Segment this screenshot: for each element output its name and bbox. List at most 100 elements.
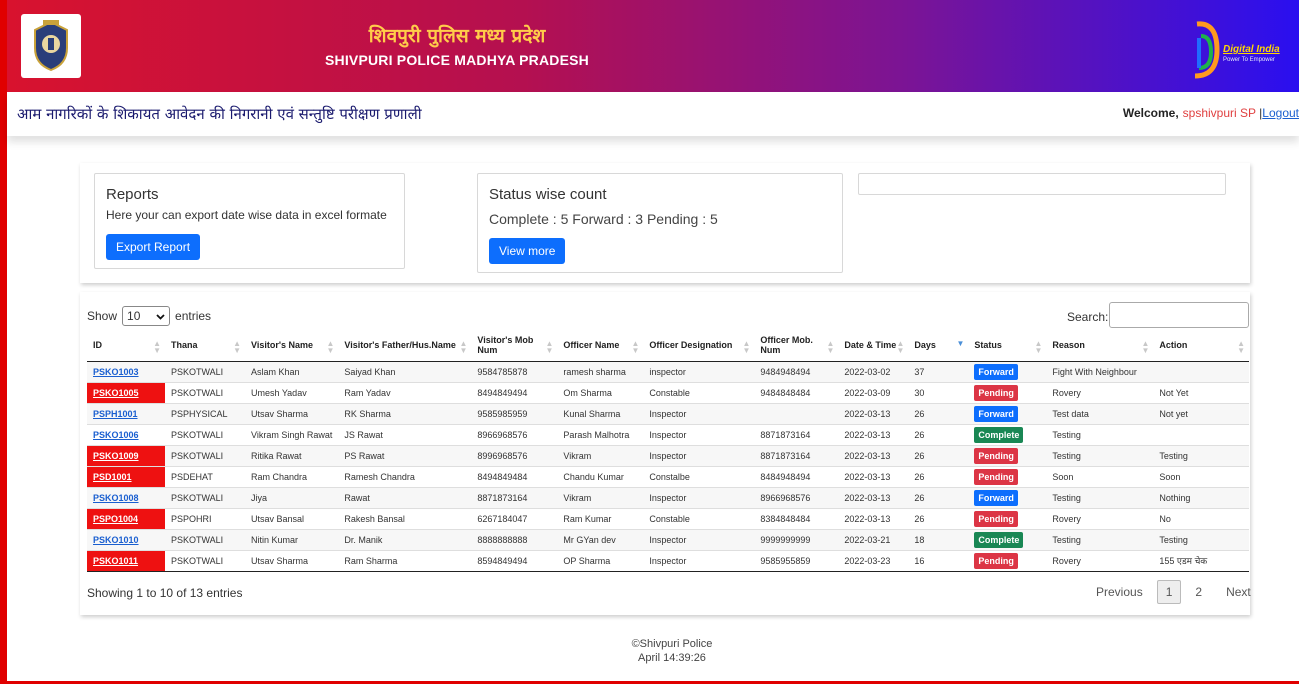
visitor-name-cell: Ritika Rawat <box>245 445 339 467</box>
officer-name-cell: Vikram <box>557 445 644 467</box>
father-name-cell: PS Rawat <box>338 445 472 467</box>
visitor-mob-cell: 8494849484 <box>471 466 558 488</box>
column-header-action[interactable]: Action ▲ ▼ <box>1153 330 1249 362</box>
previous-page-button[interactable]: Previous <box>1088 581 1151 603</box>
header-title-hindi: शिवपुरी पुलिस मध्य प्रदेश <box>368 25 546 47</box>
column-header-thana[interactable]: Thana ▲ ▼ <box>165 330 245 362</box>
column-header-father-name[interactable]: Visitor's Father/Hus.Name ▲ ▼ <box>338 330 472 362</box>
officer-mob-cell <box>754 403 839 425</box>
complaint-id-link[interactable]: PSKO1009 <box>93 451 139 461</box>
column-header-reason[interactable]: Reason ▲ ▼ <box>1046 330 1154 362</box>
complaint-id-link[interactable]: PSD1001 <box>93 472 132 482</box>
visitor-mob-cell: 8594849494 <box>471 550 558 572</box>
complaint-id-link[interactable]: PSKO1011 <box>93 556 138 566</box>
designation-cell: Constable <box>643 382 755 404</box>
footer-copyright: ©Shivpuri Police <box>631 638 713 650</box>
header-title-block: शिवपुरी पुलिस मध्य प्रदेश SHIVPURI POLIC… <box>7 22 907 68</box>
visitor-name-cell: Utsav Sharma <box>245 403 339 425</box>
designation-cell: Inspector <box>643 487 755 509</box>
reason-cell: Test data <box>1046 403 1154 425</box>
complaint-id-link[interactable]: PSKO1006 <box>93 430 139 440</box>
date-cell: 2022-03-13 <box>838 424 909 446</box>
visitor-mob-cell: 8871873164 <box>471 487 558 509</box>
sort-arrows-icon: ▲ ▼ <box>1237 339 1245 355</box>
reason-cell: Testing <box>1046 445 1154 467</box>
father-name-cell: Rakesh Bansal <box>338 508 472 530</box>
complaint-id-link[interactable]: PSPH1001 <box>93 409 138 419</box>
days-cell: 26 <box>908 424 969 446</box>
father-name-cell: JS Rawat <box>338 424 472 446</box>
officer-mob-cell: 8871873164 <box>754 445 839 467</box>
date-cell: 2022-03-23 <box>838 550 909 572</box>
complaint-id-link[interactable]: PSPO1004 <box>93 514 138 524</box>
user-name: spshivpuri SP <box>1182 106 1256 120</box>
column-header-visitor-mob[interactable]: Visitor's Mob Num ▲ ▼ <box>471 330 558 362</box>
date-cell: 2022-03-13 <box>838 403 909 425</box>
table-row: PSKO1010 PSKOTWALI Nitin Kumar Dr. Manik 888… <box>87 529 1249 551</box>
visitor-name-cell: Aslam Khan <box>245 361 339 383</box>
thana-cell: PSPHYSICAL <box>165 403 245 425</box>
view-more-button[interactable]: View more <box>489 238 566 264</box>
days-cell: 26 <box>908 403 969 425</box>
pagination: Previous 1 2 Next <box>1088 580 1259 604</box>
visitor-name-cell: Utsav Sharma <box>245 550 339 572</box>
thana-cell: PSKOTWALI <box>165 361 245 383</box>
sub-header-bar: आम नागरिकों के शिकायत आवेदन की निगरानी ए… <box>7 92 1299 136</box>
entries-select[interactable]: 10 <box>122 306 171 326</box>
complaint-id-link[interactable]: PSKO1005 <box>93 388 139 398</box>
father-name-cell: Dr. Manik <box>338 529 472 551</box>
column-header-id[interactable]: ID ▲ ▼ <box>87 330 165 362</box>
table-row: PSPH1001 PSPHYSICAL Utsav Sharma RK Sharma 9… <box>87 403 1249 425</box>
visitor-mob-cell: 8494849494 <box>471 382 558 404</box>
reports-description: Here your can export date wise data in e… <box>106 208 387 222</box>
status-cell: Pending <box>968 466 1047 488</box>
designation-cell: Inspector <box>643 550 755 572</box>
table-row: PSKO1005 PSKOTWALI Umesh Yadav Ram Yadav 849… <box>87 382 1249 404</box>
column-header-officer-name[interactable]: Officer Name ▲ ▼ <box>557 330 644 362</box>
complaint-id-link[interactable]: PSKO1008 <box>93 493 139 503</box>
status-count-card: Status wise count Complete : 5 Forward :… <box>477 173 843 273</box>
status-badge: Pending <box>974 510 1018 527</box>
column-header-status[interactable]: Status ▲ ▼ <box>968 330 1047 362</box>
column-header-days[interactable]: Days ▼ <box>908 330 969 362</box>
sort-arrows-icon: ▲ ▼ <box>233 339 241 355</box>
officer-mob-cell: 8384848484 <box>754 508 839 530</box>
sort-arrows-icon: ▲ ▼ <box>153 339 161 355</box>
id-cell: PSPH1001 <box>87 403 165 425</box>
page-1-button[interactable]: 1 <box>1156 580 1182 604</box>
column-header-officer-designation[interactable]: Officer Designation ▲ ▼ <box>643 330 755 362</box>
complaint-id-link[interactable]: PSKO1003 <box>93 367 139 377</box>
status-badge: Forward <box>974 489 1018 506</box>
export-report-button[interactable]: Export Report <box>106 234 201 260</box>
father-name-cell: Ramesh Chandra <box>338 466 472 488</box>
visitor-mob-cell: 9585985959 <box>471 403 558 425</box>
reason-cell: Testing <box>1046 529 1154 551</box>
status-cell: Forward <box>968 361 1047 383</box>
search-input[interactable] <box>1109 302 1249 328</box>
reason-cell: Rovery <box>1046 508 1154 530</box>
days-cell: 26 <box>908 445 969 467</box>
column-header-officer-mob[interactable]: Officer Mob. Num ▲ ▼ <box>754 330 839 362</box>
logout-link[interactable]: Logout <box>1262 106 1299 120</box>
table-row: PSPO1004 PSPOHRI Utsav Bansal Rakesh Bansal… <box>87 508 1249 530</box>
visitor-mob-cell: 8996968576 <box>471 445 558 467</box>
table-row: PSKO1009 PSKOTWALI Ritika Rawat PS Rawat 899… <box>87 445 1249 467</box>
date-cell: 2022-03-13 <box>838 466 909 488</box>
status-badge: Complete <box>974 426 1024 443</box>
action-cell: Soon <box>1153 466 1249 488</box>
digital-india-logo-icon: Digital India Power To Empower <box>1183 20 1299 84</box>
footer: ©Shivpuri Police April 14:39:26 <box>7 637 1299 665</box>
officer-mob-cell: 9484948494 <box>754 361 839 383</box>
officer-name-cell: Parash Malhotra <box>557 424 644 446</box>
officer-name-cell: Mr GYan dev <box>557 529 644 551</box>
column-header-date-time[interactable]: Date & Time ▲ ▼ <box>838 330 909 362</box>
page-2-button[interactable]: 2 <box>1187 581 1210 603</box>
next-page-button[interactable]: Next <box>1218 581 1259 603</box>
visitor-name-cell: Utsav Bansal <box>245 508 339 530</box>
action-cell: Testing <box>1153 445 1249 467</box>
complaint-id-link[interactable]: PSKO1010 <box>93 535 139 545</box>
column-header-visitor-name[interactable]: Visitor's Name ▲ ▼ <box>245 330 339 362</box>
date-cell: 2022-03-02 <box>838 361 909 383</box>
date-cell: 2022-03-09 <box>838 382 909 404</box>
officer-name-cell: OP Sharma <box>557 550 644 572</box>
